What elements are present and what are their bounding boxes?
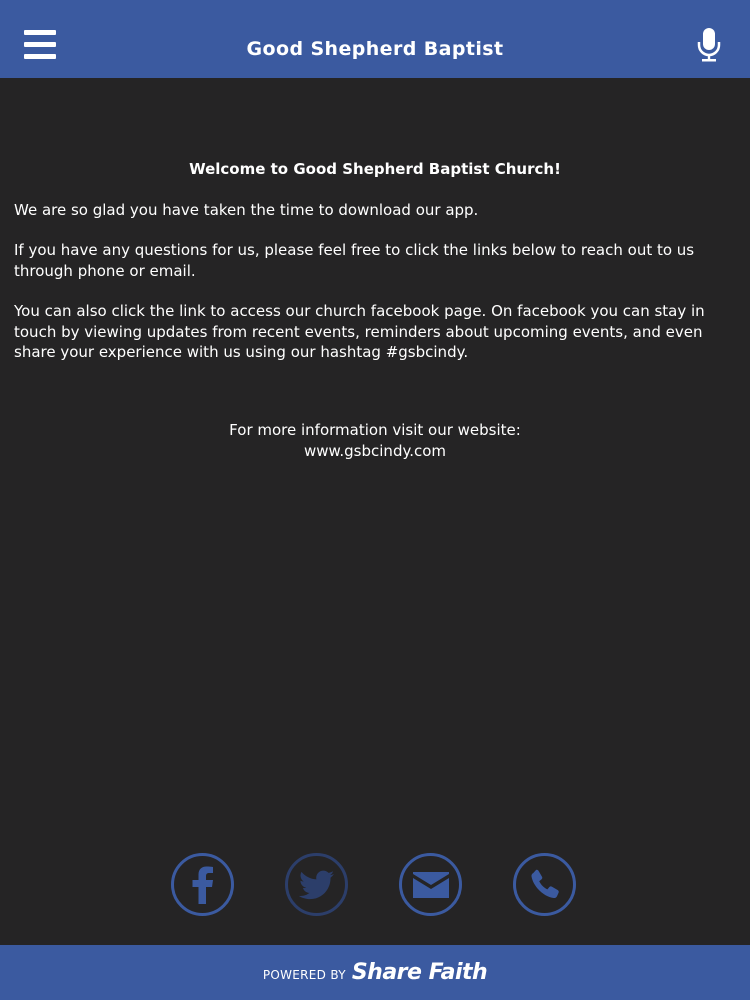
email-icon [412, 871, 449, 898]
facebook-icon [192, 866, 213, 904]
welcome-content: Welcome to Good Shepherd Baptist Church!… [14, 152, 736, 460]
microphone-icon[interactable] [697, 27, 721, 63]
welcome-heading: Welcome to Good Shepherd Baptist Church! [189, 160, 561, 178]
facebook-button[interactable] [171, 853, 234, 916]
top-app-bar: Good Shepherd Baptist [0, 0, 750, 78]
website-link[interactable]: www.gsbcindy.com [304, 442, 446, 460]
website-label: For more information visit our website: [229, 421, 521, 439]
phone-button[interactable] [513, 853, 576, 916]
app-title: Good Shepherd Baptist [246, 38, 504, 60]
powered-by-label: POWERED BY [262, 967, 346, 982]
social-links [0, 853, 750, 923]
sharefaith-logo[interactable]: Share Faith [352, 960, 488, 985]
facebook-paragraph: You can also click the link to access ou… [14, 302, 705, 361]
twitter-icon [298, 870, 334, 899]
email-button[interactable] [399, 853, 462, 916]
twitter-button[interactable] [285, 853, 348, 916]
welcome-paragraph: We are so glad you have taken the time t… [14, 201, 479, 219]
phone-icon [530, 869, 559, 898]
footer: POWERED BY Share Faith [0, 945, 750, 1000]
website-info: For more information visit our website: … [14, 420, 736, 461]
contact-paragraph: If you have any questions for us, please… [14, 241, 695, 280]
